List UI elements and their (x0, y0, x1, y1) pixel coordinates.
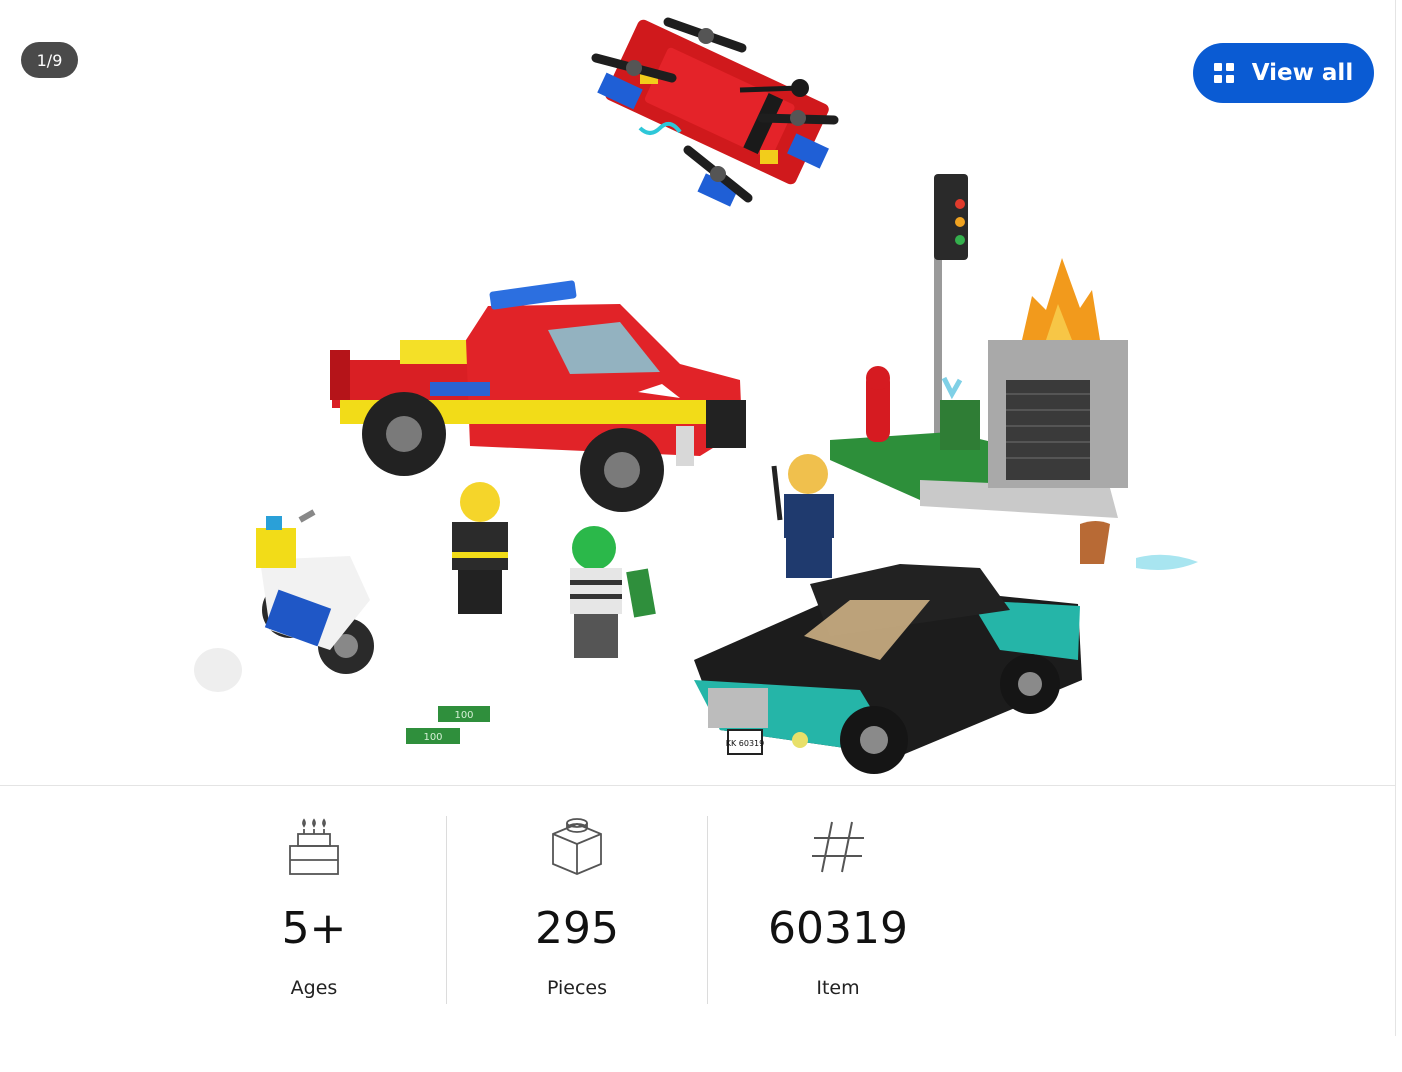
license-plate: KK 60319 (726, 739, 764, 748)
fact-ages: 5+ Ages (184, 816, 444, 1004)
firefighter-minifigure (452, 482, 508, 614)
image-counter-text: 1/9 (36, 50, 63, 70)
product-image-gallery[interactable]: 100 100 KK 60319 1/9 View all (0, 0, 1396, 786)
sports-car-model: KK 60319 (694, 564, 1082, 774)
cash-pieces: 100 100 (406, 706, 490, 744)
product-image: 100 100 KK 60319 (194, 17, 1198, 774)
burning-building-model (830, 258, 1198, 570)
police-motorcycle-model (194, 509, 374, 692)
image-counter: 1/9 (21, 42, 78, 78)
view-all-button[interactable]: View all (1193, 43, 1374, 103)
pieces-label: Pieces (546, 977, 608, 999)
police-officer-minifigure (771, 454, 834, 578)
fire-truck-model (330, 280, 746, 512)
cash-label-1: 100 (454, 710, 473, 721)
cake-icon (289, 818, 339, 875)
view-all-label: View all (1251, 60, 1354, 86)
pieces-value: 295 (535, 903, 619, 954)
fact-item: 60319 Item (708, 816, 968, 1004)
ages-label: Ages (290, 977, 338, 999)
brick-icon (552, 818, 602, 875)
item-label: Item (816, 977, 860, 999)
hash-icon (812, 821, 864, 873)
cash-label-2: 100 (423, 732, 442, 743)
fact-pieces: 295 Pieces (447, 816, 707, 1004)
page-divider (1395, 786, 1396, 1036)
robber-minifigure (570, 526, 656, 658)
drone-model (591, 17, 839, 207)
item-value: 60319 (768, 903, 908, 954)
ages-value: 5+ (281, 903, 347, 954)
grid-icon (1213, 63, 1234, 83)
